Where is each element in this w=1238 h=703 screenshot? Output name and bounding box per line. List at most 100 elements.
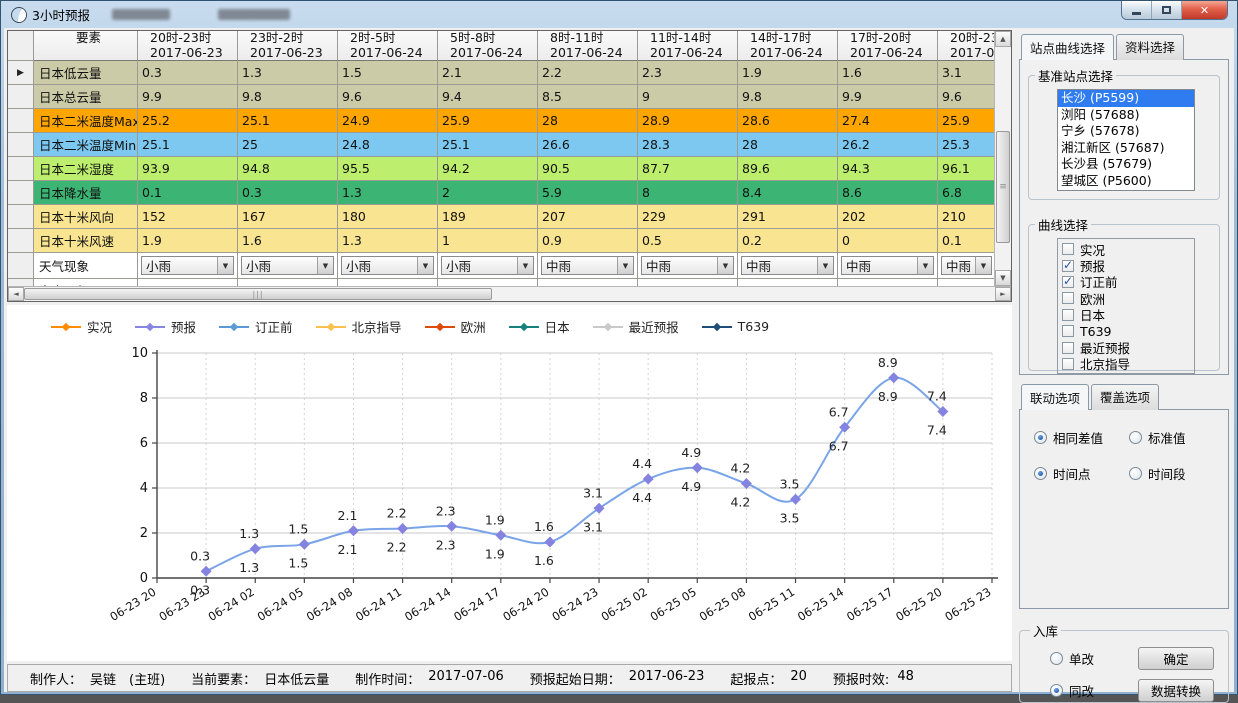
dropdown-arrow-icon[interactable]: ▼ [217, 257, 233, 274]
checkbox-icon[interactable] [1062, 325, 1074, 337]
value-cell[interactable]: 26.2 [838, 133, 938, 157]
value-cell[interactable]: 28 [538, 109, 638, 133]
table-horizontal-scrollbar[interactable]: ◄ ||| ► [8, 286, 1011, 301]
dropdown-arrow-icon[interactable]: ▼ [617, 257, 633, 274]
station-item[interactable]: 宁乡 (57678) [1058, 123, 1194, 140]
scroll-left-icon[interactable]: ◄ [8, 287, 24, 301]
radio-icon[interactable] [1129, 467, 1142, 480]
value-cell[interactable]: 1.6 [838, 61, 938, 85]
value-cell[interactable]: 94.3 [838, 157, 938, 181]
radio-icon[interactable] [1129, 431, 1142, 444]
value-cell[interactable]: 87.7 [638, 157, 738, 181]
row-name[interactable]: 日本十米风速 [34, 229, 138, 253]
dropdown-arrow-icon[interactable]: ▼ [975, 257, 991, 274]
value-cell[interactable]: 202 [838, 205, 938, 229]
current-row-marker[interactable]: ▶ [8, 61, 34, 85]
value-cell[interactable]: 26.6 [538, 133, 638, 157]
vertical-scroll-thumb[interactable]: ≡ [996, 131, 1010, 243]
close-button[interactable]: ✕ [1182, 1, 1227, 19]
value-cell[interactable]: 28.9 [638, 109, 738, 133]
value-cell[interactable]: 1.3 [338, 181, 438, 205]
value-cell[interactable]: 0.3 [138, 61, 238, 85]
value-cell[interactable]: 27.4 [838, 109, 938, 133]
checkbox-icon[interactable] [1062, 358, 1074, 370]
value-cell[interactable]: 5.9 [538, 181, 638, 205]
dropdown-arrow-icon[interactable]: ▼ [817, 257, 833, 274]
row-name[interactable]: 日本二米温度Max [34, 109, 138, 133]
value-cell[interactable]: 6.8 [938, 181, 996, 205]
value-cell[interactable]: 8.6 [838, 181, 938, 205]
value-cell[interactable]: 3.1 [938, 61, 996, 85]
value-cell[interactable]: 89.6 [738, 157, 838, 181]
station-item[interactable]: 长沙县 (57679) [1058, 156, 1194, 173]
row-selector[interactable] [8, 205, 34, 229]
row-selector[interactable] [8, 229, 34, 253]
data-point[interactable] [741, 478, 752, 489]
data-point[interactable] [692, 462, 703, 473]
value-cell[interactable]: 93.9 [138, 157, 238, 181]
weather-dropdown[interactable]: 中雨▼ [541, 256, 634, 275]
value-cell[interactable]: 25.1 [238, 109, 338, 133]
value-cell[interactable]: 9.9 [138, 85, 238, 109]
value-cell[interactable]: 210 [938, 205, 996, 229]
column-header[interactable]: 17时-20时2017-06-24 [838, 31, 938, 61]
value-cell[interactable]: 2.1 [438, 61, 538, 85]
checkbox-icon[interactable] [1062, 260, 1074, 272]
data-point[interactable] [643, 474, 654, 485]
value-cell[interactable]: 9.8 [238, 85, 338, 109]
row-selector[interactable] [8, 85, 34, 109]
weather-dropdown[interactable]: 小雨▼ [341, 256, 434, 275]
value-cell[interactable]: 9.6 [338, 85, 438, 109]
value-cell[interactable]: 25.9 [438, 109, 538, 133]
value-cell[interactable]: 28.6 [738, 109, 838, 133]
row-name[interactable]: 日本二米湿度 [34, 157, 138, 181]
tab-station-curve-select[interactable]: 站点曲线选择 [1021, 34, 1114, 60]
value-cell[interactable]: 94.2 [438, 157, 538, 181]
row-name[interactable]: 日本低云量 [34, 61, 138, 85]
weather-dropdown[interactable]: 小雨▼ [441, 256, 534, 275]
value-cell[interactable]: 180 [338, 205, 438, 229]
row-name[interactable]: 日本总云量 [34, 85, 138, 109]
row-selector[interactable] [8, 133, 34, 157]
scroll-down-icon[interactable]: ▼ [995, 270, 1011, 286]
value-cell[interactable]: 25.9 [938, 109, 996, 133]
data-convert-button[interactable]: 数据转换 [1138, 679, 1214, 702]
value-cell[interactable]: 0.2 [738, 229, 838, 253]
maximize-button[interactable] [1152, 1, 1182, 19]
checkbox-icon[interactable] [1062, 276, 1074, 288]
column-header[interactable]: 8时-11时2017-06-24 [538, 31, 638, 61]
value-cell[interactable]: 25.1 [438, 133, 538, 157]
value-cell[interactable]: 9 [638, 85, 738, 109]
station-item[interactable]: 湘江新区 (57687) [1058, 140, 1194, 157]
value-cell[interactable]: 1.6 [238, 229, 338, 253]
radio-icon[interactable] [1034, 467, 1047, 480]
value-cell[interactable]: 1.9 [138, 229, 238, 253]
dropdown-arrow-icon[interactable]: ▼ [917, 257, 933, 274]
value-cell[interactable]: 229 [638, 205, 738, 229]
weather-dropdown[interactable]: 小雨▼ [141, 256, 234, 275]
value-cell[interactable]: 0 [838, 229, 938, 253]
data-point[interactable] [446, 521, 457, 532]
value-cell[interactable]: 1.3 [238, 61, 338, 85]
value-cell[interactable]: 8.5 [538, 85, 638, 109]
data-point[interactable] [495, 530, 506, 541]
row-name[interactable]: 日本降水量 [34, 181, 138, 205]
value-cell[interactable]: 9.8 [738, 85, 838, 109]
value-cell[interactable]: 0.3 [238, 181, 338, 205]
value-cell[interactable]: 0.1 [938, 229, 996, 253]
value-cell[interactable]: 1.3 [338, 229, 438, 253]
value-cell[interactable]: 8 [638, 181, 738, 205]
data-point[interactable] [250, 543, 261, 554]
minimize-button[interactable] [1122, 1, 1152, 19]
dropdown-arrow-icon[interactable]: ▼ [717, 257, 733, 274]
value-cell[interactable]: 24.8 [338, 133, 438, 157]
value-cell[interactable]: 152 [138, 205, 238, 229]
scroll-up-icon[interactable]: ▲ [995, 31, 1011, 47]
value-cell[interactable]: 2.2 [538, 61, 638, 85]
value-cell[interactable]: 28 [738, 133, 838, 157]
checkbox-icon[interactable] [1062, 309, 1074, 321]
column-header[interactable]: 20时-23时2017-06-23 [138, 31, 238, 61]
column-header[interactable]: 20时-232017-06 [938, 31, 996, 61]
data-point[interactable] [397, 523, 408, 534]
row-selector[interactable] [8, 181, 34, 205]
